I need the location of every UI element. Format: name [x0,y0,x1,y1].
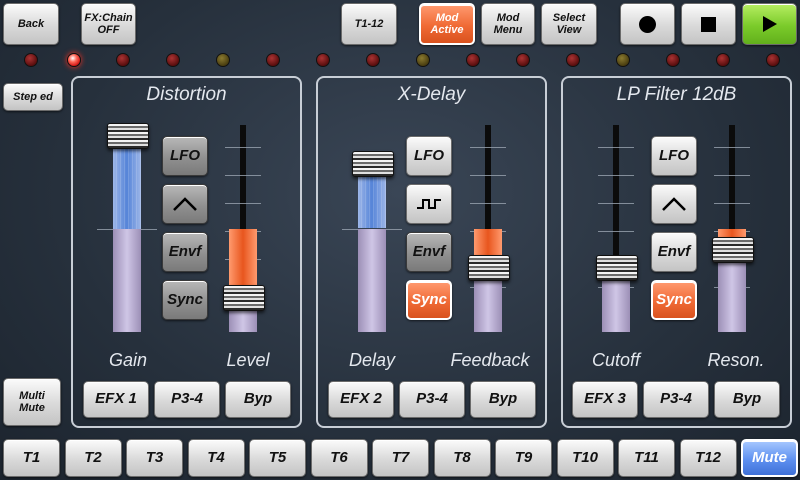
slider-tick [598,203,634,204]
shape-button[interactable] [406,184,452,224]
square-wave-icon [417,199,441,209]
slider-tick [598,175,634,176]
slider-tick [470,175,506,176]
slider-tick [598,231,634,232]
slider-tick [225,203,261,204]
p3-4-button[interactable]: P3-4 [399,381,465,418]
play-button[interactable] [742,3,797,45]
track-button-t7[interactable]: T7 [372,439,429,477]
record-button[interactable] [620,3,675,45]
slider-knob [712,237,754,264]
status-led [566,53,580,67]
status-led [616,53,630,67]
track-button-t2[interactable]: T2 [64,439,122,477]
slider-tick [470,147,506,148]
status-led [666,53,680,67]
track-button-t8[interactable]: T8 [433,439,491,477]
status-led [216,53,230,67]
envf-button[interactable]: Envf [406,232,452,272]
track-button-t4[interactable]: T4 [187,439,245,477]
shape-button[interactable] [162,184,208,224]
lfo-button[interactable]: LFO [406,136,452,176]
mod-active-button[interactable]: Mod Active [419,3,475,45]
caret-up-icon [173,197,197,211]
slider-knob [107,123,149,149]
gain-label: Gain [108,350,148,370]
track-button-t6[interactable]: T6 [310,439,368,477]
record-icon [639,15,656,33]
slider-tick [470,203,506,204]
slider-fill-lower [113,228,141,332]
p3-4-button[interactable]: P3-4 [154,381,220,418]
stop-icon [701,16,716,32]
lfo-button[interactable]: LFO [651,136,697,176]
play-icon [762,16,777,32]
slider-fill-lower [358,228,386,332]
slider-knob [596,254,638,281]
slider-fill [113,135,141,229]
panel-title: LP Filter 12dB [616,84,737,105]
status-led [716,53,730,67]
sync-button[interactable]: Sync [162,280,208,320]
mute-button[interactable]: Mute [741,439,798,477]
status-led [366,53,380,67]
track-button-t10[interactable]: T10 [556,439,614,477]
slider-knob [223,284,265,311]
slider-knob [468,254,510,281]
slider-tick [225,175,261,176]
stepped-button[interactable]: Step ed [3,83,63,111]
slider-tick [714,147,750,148]
fx-chain-button[interactable]: FX:Chain OFF [81,3,136,45]
track-button-t9[interactable]: T9 [495,439,552,477]
status-led [166,53,180,67]
slider-tick [598,147,634,148]
slider-tick [225,147,261,148]
mod-menu-button[interactable]: Mod Menu [481,3,535,45]
t1-12-button[interactable]: T1-12 [341,3,397,45]
track-button-t3[interactable]: T3 [126,439,183,477]
delay-label: Delay [348,350,396,370]
envf-button[interactable]: Envf [162,232,208,272]
status-led [466,53,480,67]
slider-tick [714,203,750,204]
envf-button[interactable]: Envf [651,232,697,272]
bypass-button[interactable]: Byp [225,381,291,418]
lfo-button[interactable]: LFO [162,136,208,176]
stop-button[interactable] [681,3,736,45]
bypass-button[interactable]: Byp [714,381,780,418]
caret-up-icon [662,197,686,211]
track-button-t11[interactable]: T11 [618,439,675,477]
feedback-label: Feedback [450,350,530,370]
back-button[interactable]: Back [3,3,59,45]
track-button-t1[interactable]: T1 [3,439,60,477]
status-led [67,53,81,67]
status-led [316,53,330,67]
status-led [416,53,430,67]
slider-tick [714,175,750,176]
panel-title: Distortion [146,84,227,105]
status-led [516,53,530,67]
shape-button[interactable] [651,184,697,224]
panel-title: X-Delay [397,84,466,105]
status-led [766,53,780,67]
track-button-t12[interactable]: T12 [679,439,737,477]
status-led [266,53,280,67]
efx-1-button[interactable]: EFX 1 [83,381,149,418]
slider-knob [352,150,394,177]
status-led [24,53,38,67]
cutoff-label: Cutoff [591,350,641,370]
status-led [116,53,130,67]
bypass-button[interactable]: Byp [470,381,536,418]
p3-4-button[interactable]: P3-4 [643,381,709,418]
level-label: Level [226,350,270,370]
efx-3-button[interactable]: EFX 3 [572,381,638,418]
resonance-label: Reson. [707,350,765,370]
select-view-button[interactable]: Select View [541,3,597,45]
track-button-t5[interactable]: T5 [249,439,306,477]
multi-mute-button[interactable]: Multi Mute [3,378,61,426]
sync-button[interactable]: Sync [406,280,452,320]
sync-button[interactable]: Sync [651,280,697,320]
efx-2-button[interactable]: EFX 2 [328,381,394,418]
